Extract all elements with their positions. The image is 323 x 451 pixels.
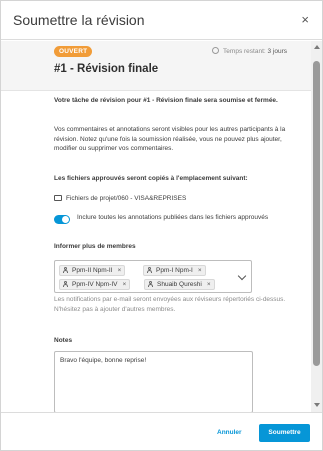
toggle-knob xyxy=(62,216,69,223)
status-badge: OUVERT xyxy=(54,46,93,57)
include-annotations-label: Inclure toutes les annotations publiées … xyxy=(77,214,269,221)
comments-info-text: Vos commentaires et annotations seront v… xyxy=(54,126,286,152)
folder-path: Fichiers de projet/060 - VISA&REPRISES xyxy=(54,194,186,204)
member-chip: Ppm-IV Npm-IV × xyxy=(59,279,131,290)
member-chip: Ppm-I Npm-I × xyxy=(143,265,206,276)
remove-member-icon[interactable]: × xyxy=(207,280,211,290)
review-summary-panel: OUVERT Temps restant: 3 jours #1 - Révis… xyxy=(1,41,311,91)
folder-path-text: Fichiers de projet/060 - VISA&REPRISES xyxy=(66,195,187,202)
user-icon xyxy=(63,267,68,273)
time-remaining: Temps restant: 3 jours xyxy=(212,46,287,57)
intro-text: Votre tâche de révision pour #1 - Révisi… xyxy=(54,97,278,104)
notification-info-text: Les notifications par e-mail seront envo… xyxy=(54,296,286,313)
notes-label: Notes xyxy=(54,337,73,344)
dialog-footer: Annuler Soumettre xyxy=(1,412,322,450)
scroll-down-icon[interactable] xyxy=(314,403,320,407)
chevron-down-icon[interactable] xyxy=(237,271,247,281)
member-chip-label: Ppm-I Npm-I xyxy=(156,267,193,274)
member-chip: Ppm-II Npm-II × xyxy=(59,265,126,276)
clock-icon xyxy=(212,47,220,54)
user-icon xyxy=(147,267,152,273)
remove-member-icon[interactable]: × xyxy=(117,266,121,276)
dialog-header: Soumettre la révision × xyxy=(1,1,322,40)
time-remaining-label: Temps restant: xyxy=(223,48,268,55)
submit-button[interactable]: Soumettre xyxy=(259,424,310,442)
scrollbar-thumb[interactable] xyxy=(313,61,320,366)
member-chip-label: Shuaib Qureshi xyxy=(157,281,202,288)
member-chip-label: Ppm-IV Npm-IV xyxy=(72,281,118,288)
user-icon xyxy=(63,281,68,287)
user-icon xyxy=(148,281,153,287)
close-icon[interactable]: × xyxy=(301,12,309,28)
members-label: Informer plus de membres xyxy=(54,243,136,250)
vertical-scrollbar[interactable] xyxy=(311,41,322,412)
remove-member-icon[interactable]: × xyxy=(198,266,202,276)
include-annotations-toggle[interactable] xyxy=(54,215,70,224)
cancel-button[interactable]: Annuler xyxy=(212,425,247,441)
member-chip: Shuaib Qureshi × xyxy=(144,279,215,290)
dialog-title: Soumettre la révision xyxy=(13,12,145,28)
member-chip-label: Ppm-II Npm-II xyxy=(72,267,113,274)
dialog-body: OUVERT Temps restant: 3 jours #1 - Révis… xyxy=(1,41,311,412)
copy-location-label: Les fichiers approuvés seront copiés à l… xyxy=(54,175,248,182)
scroll-up-icon[interactable] xyxy=(314,45,320,49)
time-remaining-value: 3 jours xyxy=(267,48,287,55)
members-input[interactable]: Ppm-II Npm-II × Ppm-I Npm-I × Ppm-IV Npm-I… xyxy=(54,260,252,293)
review-title: #1 - Révision finale xyxy=(54,63,159,75)
folder-icon xyxy=(54,195,62,201)
notes-textarea[interactable]: Bravo l'équipe, bonne reprise! xyxy=(54,351,253,412)
submit-review-dialog: Soumettre la révision × OUVERT Temps res… xyxy=(0,0,323,451)
remove-member-icon[interactable]: × xyxy=(123,280,127,290)
